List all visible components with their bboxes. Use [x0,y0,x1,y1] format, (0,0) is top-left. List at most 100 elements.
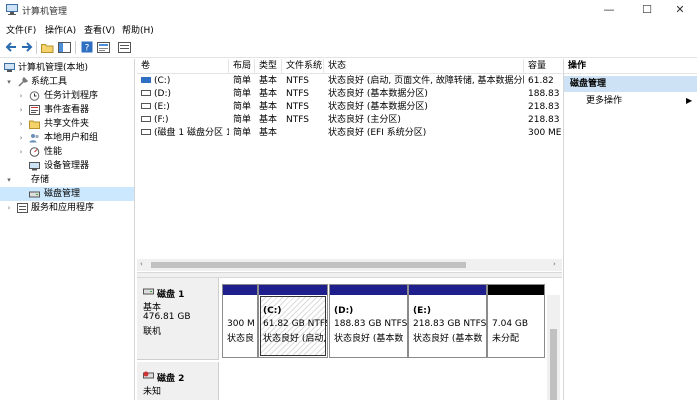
partition-size: 218.83 GB NTFS [413,319,487,329]
tree-item-storage[interactable]: ▾ 存储 [0,173,134,187]
scrollbar-thumb[interactable] [151,262,466,268]
chevron-right-icon[interactable]: › [5,201,13,215]
status-cell: 状态良好 (EFI 系统分区) [328,128,427,138]
volume-icon [141,76,151,83]
tree-item-local-users[interactable]: › 本地用户和组 [0,131,134,145]
menu-action[interactable]: 操作(A) [45,23,76,36]
tools-icon [17,76,29,87]
disk-settings-icon[interactable] [117,40,132,54]
menu-bar: 文件(F) 操作(A) 查看(V) 帮助(H) [0,20,697,37]
services-icon [17,203,28,213]
partition-e[interactable]: (E:) 218.83 GB NTFS 状态良好 (基本数 [408,284,487,358]
volume-cell: (E:) [137,101,229,114]
type-cell: 基本 [259,115,278,125]
volume-icon [141,89,151,96]
table-row[interactable]: (E:) 简单 基本 NTFS 状态良好 (基本数据分区) 218.83 [137,101,562,114]
table-row[interactable]: (C:) 简单 基本 NTFS 状态良好 (启动, 页面文件, 故障转储, 基本… [137,75,562,88]
table-row[interactable]: (D:) 简单 基本 NTFS 状态良好 (基本数据分区) 188.83 [137,88,562,101]
tree-item-performance[interactable]: › 性能 [0,145,134,159]
chevron-right-icon[interactable]: › [17,89,25,103]
chevron-right-icon[interactable]: ▶ [686,94,692,108]
vertical-scrollbar[interactable] [547,295,560,400]
tree-item-device-manager[interactable]: 设备管理器 [0,159,134,173]
tree-item-label: 共享文件夹 [44,119,90,129]
partition-bar [223,285,257,295]
more-actions-link[interactable]: 更多操作 [586,94,622,108]
back-arrow-icon[interactable] [3,40,18,54]
menu-help[interactable]: 帮助(H) [122,23,154,36]
partition-efi[interactable]: 300 M 状态良 [222,284,258,358]
scroll-right-icon[interactable]: › [553,260,556,268]
tree-item-label: 磁盘管理 [44,189,81,199]
filesystem-cell [282,127,324,140]
device-manager-icon [29,161,40,171]
actions-header: 操作 [564,59,697,74]
table-row[interactable]: (F:) 简单 基本 NTFS 状态良好 (主分区) 218.83 [137,114,562,127]
properties-icon[interactable] [96,40,111,54]
volume-cell: (C:) [137,75,229,88]
disk-name: 磁盘 1 [157,290,185,300]
forward-arrow-icon[interactable] [19,40,34,54]
partition-status: 状态良好 (基本数 [413,334,483,344]
menu-view[interactable]: 查看(V) [84,23,115,36]
tree-item-label: 服务和应用程序 [31,203,95,213]
tree-item-shared-folders[interactable]: › 共享文件夹 [0,117,134,131]
partition-size: 7.04 GB [492,319,529,329]
users-icon [29,133,40,143]
menu-file[interactable]: 文件(F) [6,23,36,36]
action-group-disk-management[interactable]: 磁盘管理 [564,76,697,92]
partition-status: 状态良好 (基本数 [334,334,404,344]
chevron-right-icon[interactable]: › [17,145,25,159]
help-icon[interactable]: ? [79,40,94,54]
toolbar-separator [75,41,76,54]
chevron-right-icon[interactable]: › [17,131,25,145]
tree-item-task-scheduler[interactable]: › 任务计划程序 [0,89,134,103]
tree-item-label: 本地用户和组 [44,133,99,143]
disk-1-label[interactable]: 磁盘 1 基本 476.81 GB 联机 [137,278,219,360]
tree-item-system-tools[interactable]: ▾ 系统工具 [0,75,134,89]
volume-icon [141,102,151,109]
partition-d[interactable]: (D:) 188.83 GB NTFS 状态良好 (基本数 [329,284,408,358]
close-button[interactable]: ✕ [663,0,697,20]
column-header-capacity[interactable]: 容量 [524,59,562,74]
partition-unallocated[interactable]: 7.04 GB 未分配 [487,284,545,358]
tree-item-event-viewer[interactable]: › 事件查看器 [0,103,134,117]
minimize-button[interactable]: — [592,0,626,20]
scrollbar-thumb[interactable] [550,329,557,400]
disk-size: 476.81 GB [143,312,191,322]
layout-cell: 简单 [233,128,252,138]
actions-pane: 操作 磁盘管理 更多操作 ▶ [563,59,697,400]
performance-icon [29,147,40,157]
chevron-down-icon[interactable]: ▾ [5,173,13,187]
column-header-type[interactable]: 类型 [255,59,282,74]
capacity-cell: 61.82 [528,76,554,86]
disk-2-label[interactable]: 磁盘 2 未知 [137,362,219,400]
status-cell: 状态良好 (基本数据分区) [328,102,428,112]
status-cell: 状态良好 (主分区) [328,115,401,125]
column-header-filesystem[interactable]: 文件系统 [282,59,324,74]
horizontal-scrollbar[interactable]: ‹ › [137,259,562,271]
chevron-down-icon[interactable]: ▾ [5,75,13,89]
tree-item-services[interactable]: › 服务和应用程序 [0,201,134,215]
table-row[interactable]: (磁盘 1 磁盘分区 1) 简单 基本 状态良好 (EFI 系统分区) 300 … [137,127,562,140]
column-header-volume[interactable]: 卷 [137,59,229,74]
filesystem-cell: NTFS [286,115,309,125]
maximize-button[interactable]: ☐ [630,0,664,20]
capacity-cell: 218.83 [528,102,560,112]
up-folder-icon[interactable] [40,40,55,54]
column-header-layout[interactable]: 布局 [229,59,255,74]
tree-item-disk-management[interactable]: 磁盘管理 [0,187,134,201]
scroll-left-icon[interactable]: ‹ [140,260,143,268]
type-cell: 基本 [259,102,278,112]
capacity-cell: 300 ME [528,128,562,138]
chevron-right-icon[interactable]: › [17,117,25,131]
disk-unknown-icon [143,371,154,383]
partition-c[interactable]: (C:) 61.82 GB NTFS 状态良好 (启动, [258,284,328,358]
chevron-right-icon[interactable]: › [17,103,25,117]
shared-folder-icon [29,119,40,129]
filesystem-cell: NTFS [286,89,309,99]
column-header-status[interactable]: 状态 [324,59,524,74]
tree-item-computer-management[interactable]: 计算机管理(本地) [0,61,134,75]
show-hide-tree-icon[interactable] [57,40,72,54]
disk-name: 磁盘 2 [157,374,185,384]
